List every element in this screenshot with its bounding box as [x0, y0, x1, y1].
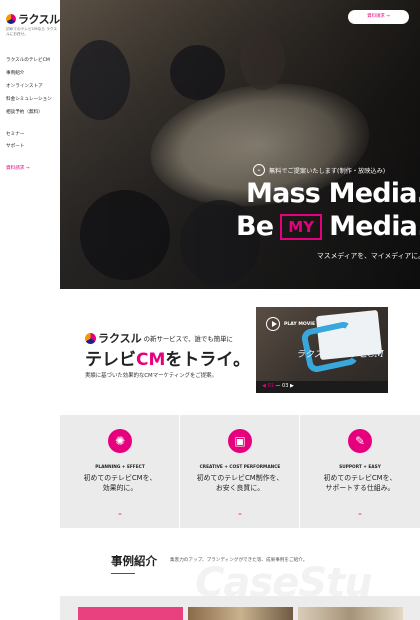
- sidebar-item-seminar[interactable]: セミナー: [6, 132, 24, 138]
- intro-lead-text: の新サービスで、誰でも簡単に: [143, 334, 233, 343]
- feature-title-line: 初めてのテレビCMを、: [323, 474, 397, 482]
- play-icon: [266, 317, 280, 331]
- sidebar-item-consultation[interactable]: 相談予約（無料）: [6, 110, 43, 116]
- chevron-up-icon: ^: [237, 513, 243, 520]
- feature-support[interactable]: ✎ SUPPORT + EASY 初めてのテレビCMを、 サポートする仕組み。 …: [300, 415, 420, 528]
- feature-title-line: 初めてのテレビCMを、: [83, 474, 157, 482]
- feature-title-line: サポートする仕組み。: [325, 483, 395, 492]
- feature-label: SUPPORT + EASY: [339, 465, 381, 470]
- feature-title: 初めてのテレビCMを、 サポートする仕組み。: [300, 474, 420, 493]
- sidebar-request-button[interactable]: 資料請求 →: [6, 166, 30, 172]
- case-card[interactable]: [188, 607, 293, 620]
- hero-headline-my: MY: [280, 213, 323, 240]
- play-movie-button[interactable]: PLAY MOVIE: [266, 317, 315, 331]
- pencil-icon: ✎: [348, 429, 372, 453]
- prev-icon[interactable]: ◀: [262, 383, 266, 389]
- hero-headline-line2: Be MY Media.: [236, 211, 420, 242]
- video-page-current: 01: [267, 383, 274, 389]
- next-icon[interactable]: ▶: [290, 383, 294, 389]
- case-card[interactable]: [78, 607, 183, 620]
- sidebar-item-simulation[interactable]: 料金シミュレーション: [6, 97, 52, 103]
- hero: 資料請求 → ⌄ 無料でご提案いたします(制作・放映込み) Mass Media…: [60, 0, 420, 289]
- feature-planning[interactable]: ✺ PLANNING + EFFECT 初めてのテレビCMを、 効果的に。 ^: [60, 415, 180, 528]
- feature-label: CREATIVE + COST PERFORMANCE: [199, 465, 281, 470]
- request-button[interactable]: 資料請求 →: [348, 10, 409, 24]
- free-proposal-text: 無料でご提案いたします(制作・放映込み): [269, 167, 386, 175]
- play-movie-label: PLAY MOVIE: [284, 321, 316, 327]
- hero-headline-media: Media.: [329, 211, 420, 242]
- video-pagination[interactable]: ◀ 01 — 03 ▶: [262, 383, 294, 389]
- chevron-down-icon: ⌄: [253, 164, 265, 176]
- sidebar: ラクスル 初めてのテレビCMなら ラクスルにお任せ。 ラクスルのテレビCM 事例…: [0, 0, 60, 620]
- logo[interactable]: ラクスル: [6, 11, 60, 27]
- intro-headline-pre: テレビ: [85, 350, 136, 370]
- video-page-total: 03: [282, 383, 289, 389]
- case-section-title: 事例紹介: [111, 554, 157, 568]
- hero-headline-line1: Mass Media.: [246, 178, 420, 209]
- video-page-separator: —: [275, 383, 281, 389]
- sidebar-item-support[interactable]: サポート: [6, 144, 24, 150]
- chevron-up-icon: ^: [117, 513, 123, 520]
- video-controls[interactable]: ◀ 01 — 03 ▶: [256, 381, 388, 393]
- sidebar-item-cases[interactable]: 事例紹介: [6, 71, 24, 77]
- tagline: 初めてのテレビCMなら ラクスルにお任せ。: [6, 27, 58, 36]
- logo-mark-icon: [6, 14, 16, 24]
- intro-headline-post: をトライ。: [165, 350, 251, 370]
- logo-mark-icon: [85, 332, 96, 344]
- intro-lead: ラクスル の新サービスで、誰でも簡単に: [85, 330, 233, 346]
- feature-title: 初めてのテレビCMを、 効果的に。: [60, 474, 180, 493]
- intro-subtext: 実績に基づいた効果的なCMマーケティングをご提案。: [85, 373, 217, 379]
- feature-creative[interactable]: ▣ CREATIVE + COST PERFORMANCE 初めてのテレビCM制…: [180, 415, 300, 528]
- lightbulb-icon: ✺: [108, 429, 132, 453]
- sidebar-item-tvcm[interactable]: ラクスルのテレビCM: [6, 58, 50, 64]
- features: ✺ PLANNING + EFFECT 初めてのテレビCMを、 効果的に。 ^ …: [60, 415, 420, 528]
- hero-overlay: [60, 0, 420, 289]
- case-card[interactable]: [298, 607, 403, 620]
- feature-label: PLANNING + EFFECT: [95, 465, 145, 470]
- intro-headline-accent: CM: [136, 350, 166, 370]
- feature-title-line: お安く良質に。: [215, 483, 265, 492]
- chevron-up-icon: ^: [357, 513, 363, 520]
- intro-headline: テレビCMをトライ。: [85, 345, 250, 370]
- hero-subtitle: マスメディアを、マイメディアに。: [317, 252, 420, 260]
- tv-icon: ▣: [228, 429, 252, 453]
- feature-title-line: 初めてのテレビCM制作を、: [196, 474, 284, 482]
- sidebar-item-store[interactable]: オンラインストア: [6, 84, 43, 90]
- case-description: 集客力のアップ、ブランディングができた等、成果事例をご紹介。: [170, 558, 308, 563]
- logo-text: ラクスル: [18, 13, 60, 26]
- case-title-underline: [111, 573, 135, 574]
- video-script-text: ラクスルのテレビCM: [296, 350, 384, 360]
- feature-title: 初めてのテレビCM制作を、 お安く良質に。: [180, 474, 300, 493]
- feature-title-line: 効果的に。: [102, 483, 138, 492]
- intro-brand: ラクスル: [98, 332, 142, 345]
- hero-headline-be: Be: [236, 211, 274, 242]
- free-proposal[interactable]: ⌄ 無料でご提案いたします(制作・放映込み): [253, 164, 385, 176]
